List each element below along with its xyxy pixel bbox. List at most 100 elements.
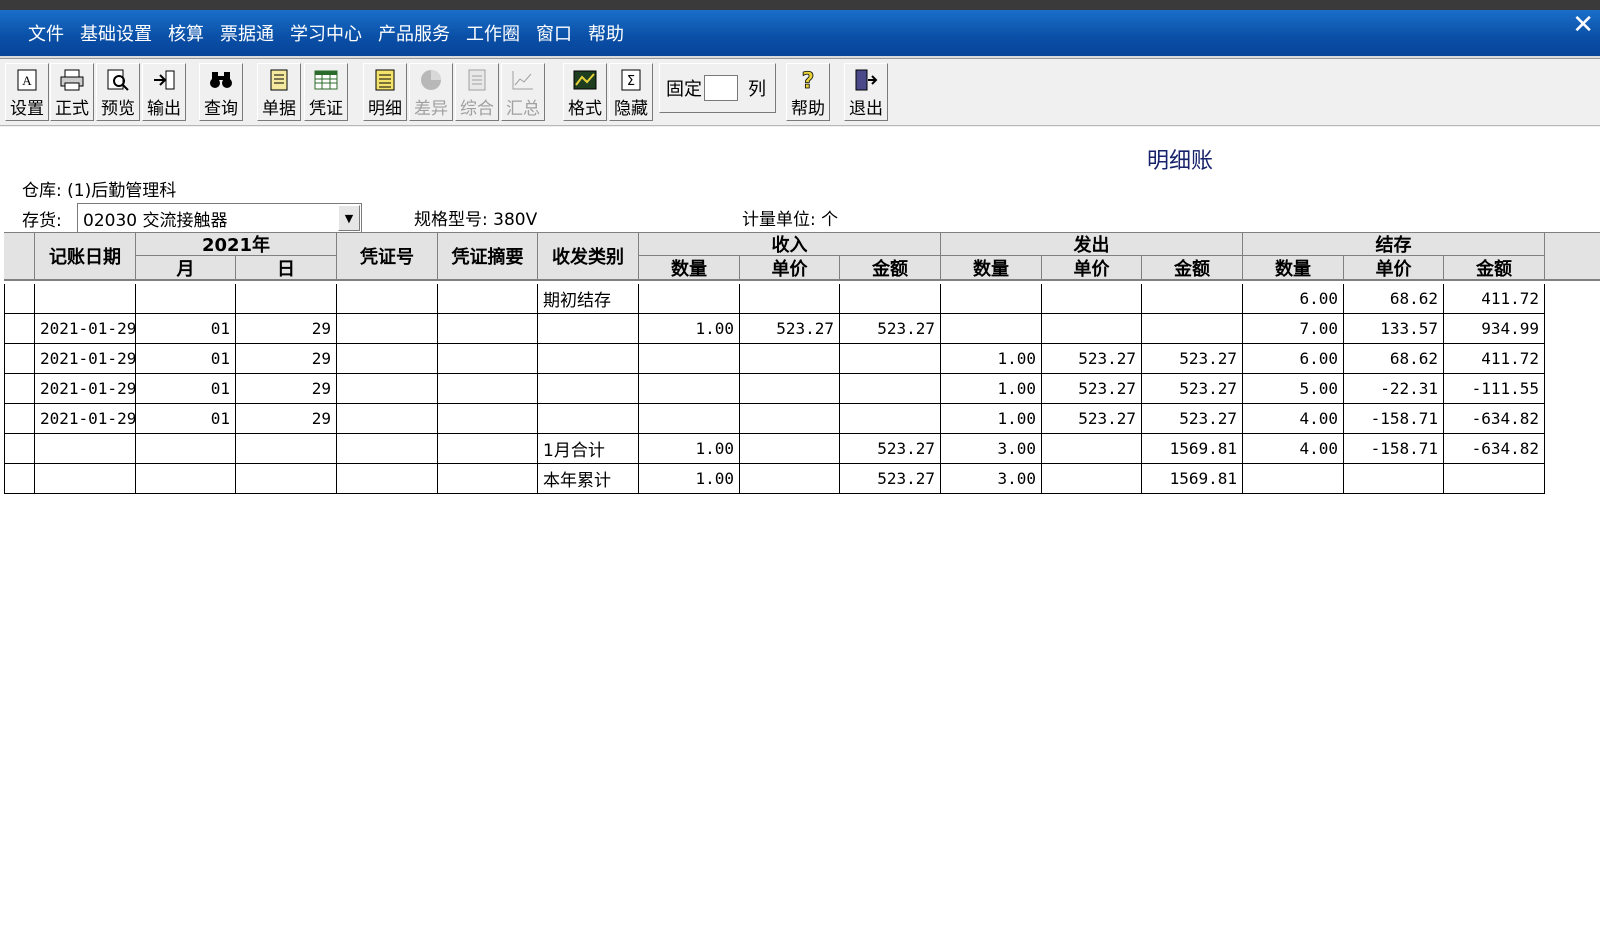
menu-item-6[interactable]: 工作圈 bbox=[458, 20, 528, 46]
header-voucher-no[interactable]: 凭证号 bbox=[337, 233, 438, 280]
header-balance-amount[interactable]: 金额 bbox=[1444, 256, 1545, 280]
cell-in-qty: 1.00 bbox=[639, 434, 740, 464]
cell-in-amount: 523.27 bbox=[840, 314, 941, 344]
row-selector[interactable] bbox=[4, 464, 35, 494]
cell-balance-qty: 5.00 bbox=[1243, 374, 1344, 404]
printer-icon bbox=[60, 68, 84, 92]
toolbar-button-0[interactable]: A 设置 bbox=[5, 63, 49, 121]
cell-in-qty bbox=[639, 284, 740, 314]
header-voucher-summary[interactable]: 凭证摘要 bbox=[438, 233, 538, 280]
cell-in-amount: 523.27 bbox=[840, 464, 941, 494]
unit-info: 计量单位: 个 bbox=[742, 205, 838, 230]
toolbar-button-1[interactable]: 正式 bbox=[50, 63, 94, 121]
toolbar-button-5[interactable]: 单据 bbox=[257, 63, 301, 121]
cell-voucher-no bbox=[337, 464, 438, 494]
table-row[interactable]: 1月合计 1.00 523.27 3.00 1569.81 4.00 -158.71 -634… bbox=[4, 434, 1545, 464]
menu-item-7[interactable]: 窗口 bbox=[528, 20, 580, 46]
header-balance-price[interactable]: 单价 bbox=[1344, 256, 1444, 280]
cell-out-qty bbox=[941, 314, 1042, 344]
close-icon[interactable]: ✕ bbox=[1572, 12, 1594, 38]
toolbar-button-label: 设置 bbox=[10, 99, 44, 119]
inventory-label: 存货: bbox=[22, 211, 62, 231]
toolbar-button-13[interactable]: ? 帮助 bbox=[786, 63, 830, 121]
row-selector[interactable] bbox=[4, 404, 35, 434]
row-selector[interactable] bbox=[4, 374, 35, 404]
cell-balance-amount: 411.72 bbox=[1444, 284, 1545, 314]
cell-out-price bbox=[1042, 284, 1142, 314]
header-in-amount[interactable]: 金额 bbox=[840, 256, 941, 280]
toolbar-button-12[interactable]: Σ 隐藏 bbox=[609, 63, 653, 121]
table-row[interactable]: 2021-01-29 01 29 1.00 523.27 523.27 4.00 -158.7… bbox=[4, 404, 1545, 434]
toolbar-button-2[interactable]: 预览 bbox=[96, 63, 140, 121]
header-out-amount[interactable]: 金额 bbox=[1142, 256, 1243, 280]
menu-item-2[interactable]: 核算 bbox=[160, 20, 212, 46]
header-in-qty[interactable]: 数量 bbox=[639, 256, 740, 280]
toolbar-button-3[interactable]: 输出 bbox=[142, 63, 186, 121]
cell-month bbox=[136, 434, 236, 464]
cell-day bbox=[236, 434, 337, 464]
cell-out-qty: 1.00 bbox=[941, 344, 1042, 374]
cell-out-amount: 523.27 bbox=[1142, 344, 1243, 374]
table-row[interactable]: 本年累计 1.00 523.27 3.00 1569.81 bbox=[4, 464, 1545, 494]
chevron-down-icon[interactable]: ▼ bbox=[338, 205, 360, 231]
menu-item-8[interactable]: 帮助 bbox=[580, 20, 632, 46]
cell-balance-qty: 6.00 bbox=[1243, 344, 1344, 374]
toolbar-button-10[interactable]: 汇总 bbox=[501, 63, 545, 121]
cell-voucher-summary bbox=[438, 404, 538, 434]
header-month[interactable]: 月 bbox=[136, 256, 236, 280]
summary-doc-icon bbox=[465, 68, 489, 92]
toolbar-button-label: 格式 bbox=[568, 99, 602, 119]
toolbar-button-11[interactable]: 格式 bbox=[563, 63, 607, 121]
menu-item-0[interactable]: 文件 bbox=[20, 20, 72, 46]
toolbar-button-label: 查询 bbox=[204, 99, 238, 119]
toolbar-button-7[interactable]: 明细 bbox=[363, 63, 407, 121]
cell-out-price bbox=[1042, 434, 1142, 464]
menu-item-1[interactable]: 基础设置 bbox=[72, 20, 160, 46]
row-selector[interactable] bbox=[4, 344, 35, 374]
cell-voucher-summary bbox=[438, 434, 538, 464]
toolbar-button-label: 输出 bbox=[147, 99, 181, 119]
cell-balance-amount: -634.82 bbox=[1444, 434, 1545, 464]
toolbar-button-8[interactable]: 差异 bbox=[409, 63, 453, 121]
header-out-qty[interactable]: 数量 bbox=[941, 256, 1042, 280]
menu-item-5[interactable]: 产品服务 bbox=[370, 20, 458, 46]
inventory-select[interactable]: 02030 交流接触器 ▼ bbox=[77, 203, 362, 233]
menu-item-3[interactable]: 票据通 bbox=[212, 20, 282, 46]
cell-balance-price bbox=[1344, 464, 1444, 494]
header-out-price[interactable]: 单价 bbox=[1042, 256, 1142, 280]
unit-value: 个 bbox=[821, 210, 839, 230]
row-selector[interactable] bbox=[4, 314, 35, 344]
cell-out-price: 523.27 bbox=[1042, 404, 1142, 434]
cell-out-qty: 3.00 bbox=[941, 464, 1042, 494]
table-row[interactable]: 2021-01-29 01 29 1.00 523.27 523.27 5.00 -22.31… bbox=[4, 374, 1545, 404]
table-row[interactable]: 期初结存 6.00 68.62 411.72 bbox=[4, 284, 1545, 314]
fixed-columns-input[interactable] bbox=[704, 75, 738, 101]
fixed-columns-box: 固定 列 bbox=[659, 63, 776, 113]
table-header: 记账日期 2021年 月 日 凭证号 凭证摘要 收发类别 收入 数量 单价 金额… bbox=[4, 232, 1600, 281]
header-balance-qty[interactable]: 数量 bbox=[1243, 256, 1344, 280]
toolbar-button-label: 预览 bbox=[101, 99, 135, 119]
row-selector[interactable] bbox=[4, 434, 35, 464]
cell-voucher-summary bbox=[438, 374, 538, 404]
table-row[interactable]: 2021-01-29 01 29 1.00 523.27 523.27 7.00 133.57… bbox=[4, 314, 1545, 344]
header-category[interactable]: 收发类别 bbox=[538, 233, 639, 280]
page-title: 明细账 bbox=[1147, 149, 1214, 174]
cell-in-price bbox=[740, 284, 840, 314]
cell-in-price bbox=[740, 434, 840, 464]
toolbar-button-9[interactable]: 综合 bbox=[455, 63, 499, 121]
menu-item-4[interactable]: 学习中心 bbox=[282, 20, 370, 46]
cell-in-amount bbox=[840, 404, 941, 434]
header-date[interactable]: 记账日期 bbox=[35, 233, 136, 280]
header-day[interactable]: 日 bbox=[236, 256, 337, 280]
cell-in-price bbox=[740, 464, 840, 494]
row-selector[interactable] bbox=[4, 284, 35, 314]
table-row[interactable]: 2021-01-29 01 29 1.00 523.27 523.27 6.00 68.62 4… bbox=[4, 344, 1545, 374]
toolbar-button-6[interactable]: 凭证 bbox=[304, 63, 348, 121]
toolbar-button-14[interactable]: 退出 bbox=[844, 63, 888, 121]
toolbar-button-4[interactable]: 查询 bbox=[199, 63, 243, 121]
header-in-price[interactable]: 单价 bbox=[740, 256, 840, 280]
toolbar-button-label: 单据 bbox=[262, 99, 296, 119]
cell-in-amount: 523.27 bbox=[840, 434, 941, 464]
cell-balance-price: 68.62 bbox=[1344, 344, 1444, 374]
header-selector bbox=[4, 233, 35, 280]
